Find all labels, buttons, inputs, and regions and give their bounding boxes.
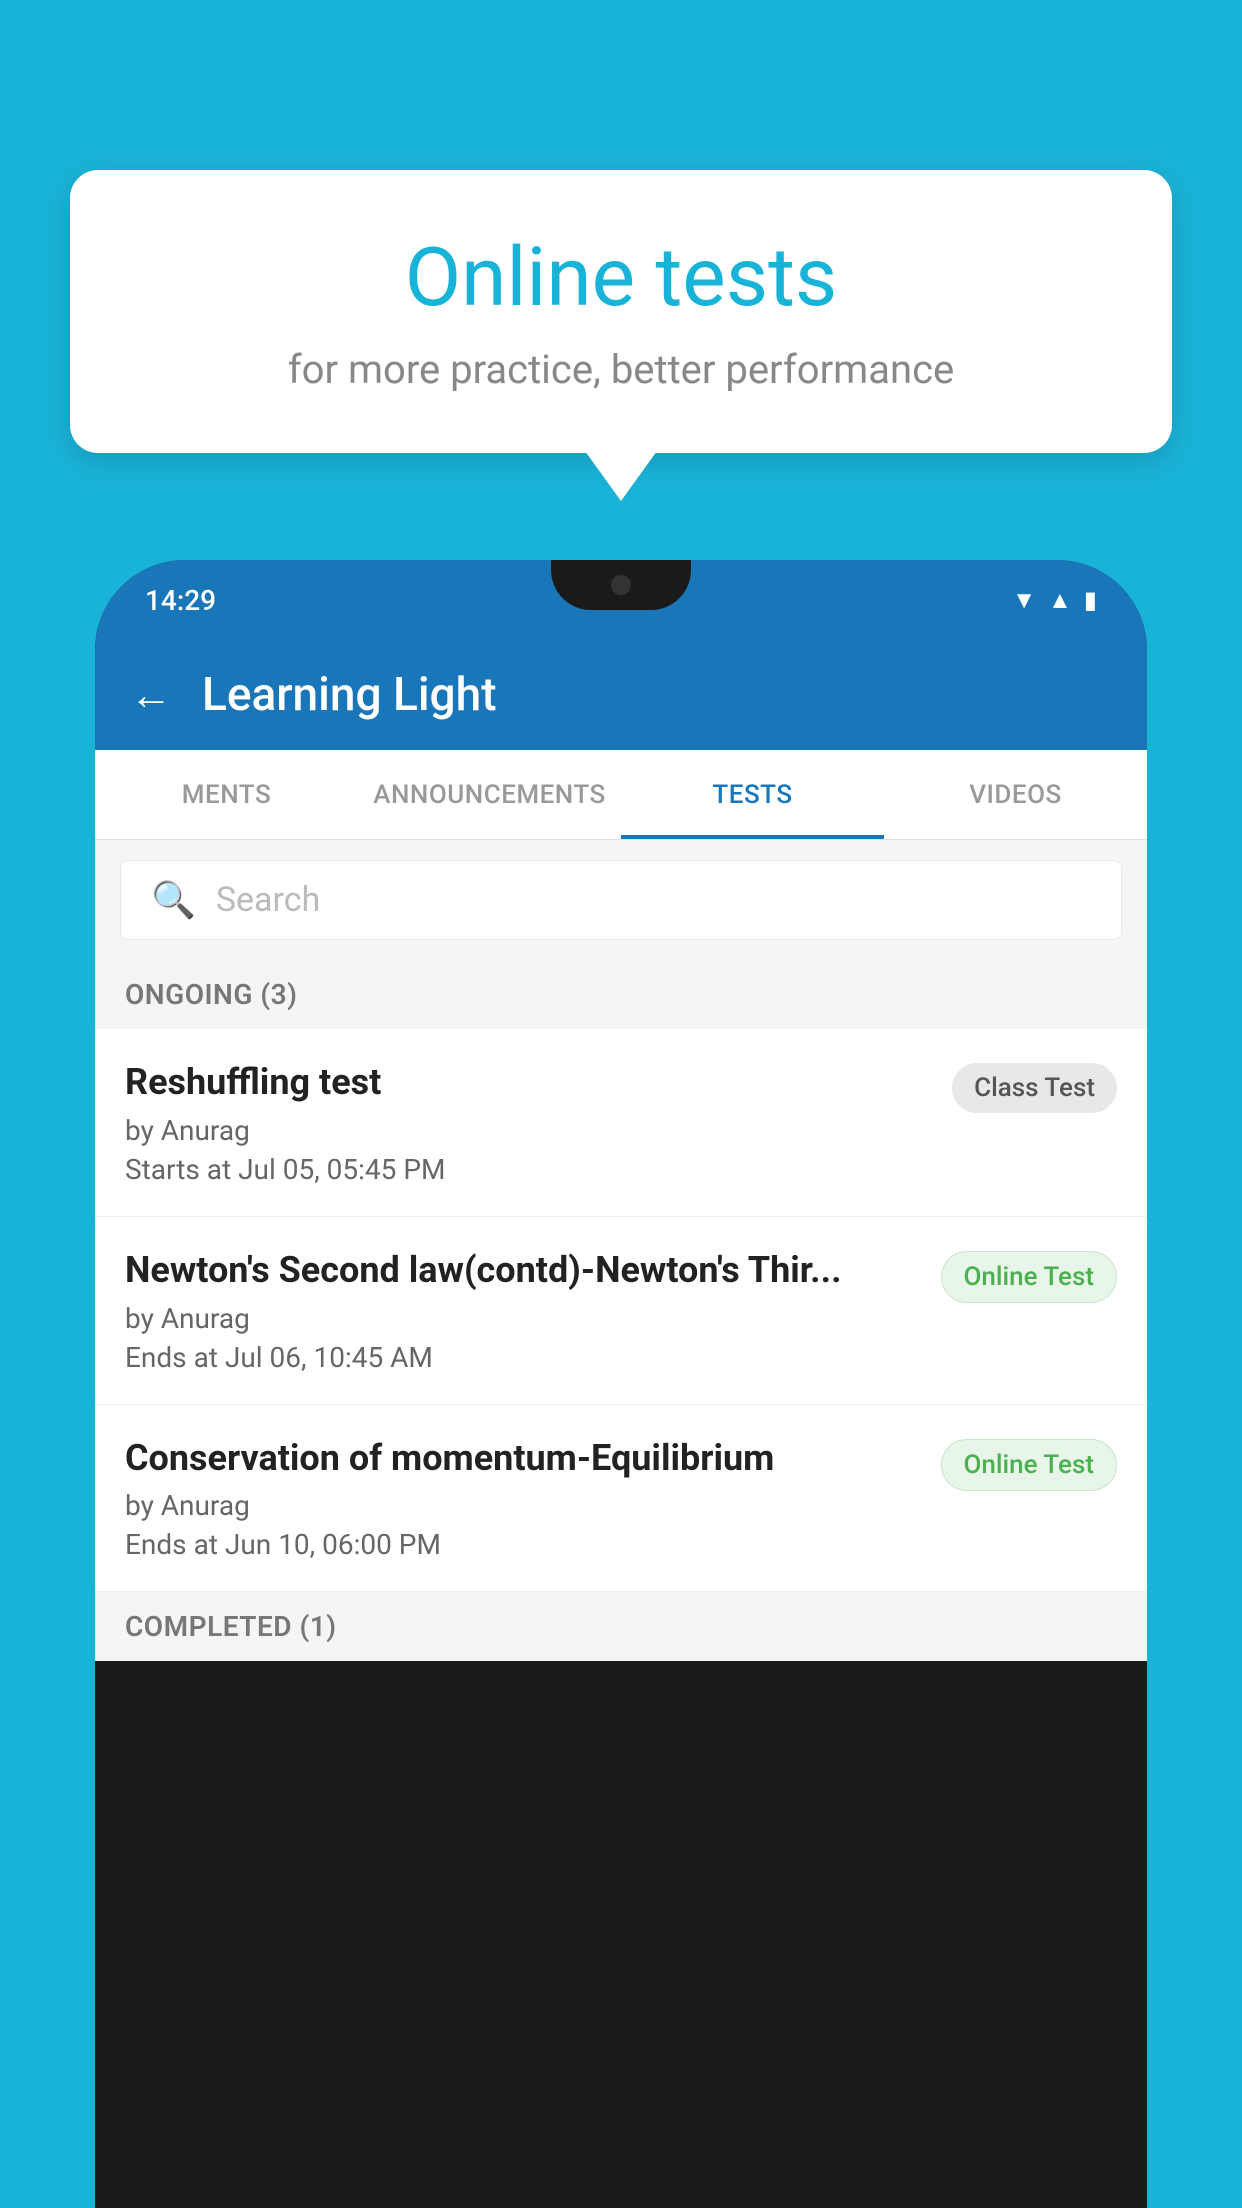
test-item[interactable]: Newton's Second law(contd)-Newton's Thir… [95,1217,1147,1405]
back-button[interactable]: ← [130,671,172,720]
speech-bubble: Online tests for more practice, better p… [70,170,1172,453]
phone-mockup: 14:29 ▼ ▲ ▮ ← Learning Light MENTS ANNOU… [95,560,1147,2208]
search-container: 🔍 Search [95,840,1147,960]
bubble-subtitle: for more practice, better performance [130,346,1112,393]
completed-section-header: COMPLETED (1) [95,1592,1147,1661]
test-info: Reshuffling test by Anurag Starts at Jul… [125,1059,932,1186]
test-badge-class: Class Test [952,1063,1117,1113]
test-by: by Anurag [125,1114,932,1147]
test-info: Conservation of momentum-Equilibrium by … [125,1435,921,1562]
tab-ments[interactable]: MENTS [95,750,358,839]
camera-notch [611,575,631,595]
test-info: Newton's Second law(contd)-Newton's Thir… [125,1247,921,1374]
search-bar[interactable]: 🔍 Search [120,860,1122,940]
test-time: Starts at Jul 05, 05:45 PM [125,1153,932,1186]
tab-announcements[interactable]: ANNOUNCEMENTS [358,750,621,839]
test-name: Newton's Second law(contd)-Newton's Thir… [125,1247,921,1294]
status-icons: ▼ ▲ ▮ [1012,586,1097,615]
test-time: Ends at Jul 06, 10:45 AM [125,1341,921,1374]
test-by: by Anurag [125,1302,921,1335]
test-name: Reshuffling test [125,1059,932,1106]
tab-videos[interactable]: VIDEOS [884,750,1147,839]
test-item[interactable]: Reshuffling test by Anurag Starts at Jul… [95,1029,1147,1217]
test-badge-online: Online Test [941,1251,1118,1303]
test-by: by Anurag [125,1489,921,1522]
wifi-icon: ▼ [1012,586,1036,615]
app-title: Learning Light [202,668,497,722]
ongoing-section-header: ONGOING (3) [95,960,1147,1029]
test-badge-online: Online Test [941,1439,1118,1491]
status-bar: 14:29 ▼ ▲ ▮ [95,560,1147,640]
phone-screen: MENTS ANNOUNCEMENTS TESTS VIDEOS 🔍 Searc… [95,750,1147,1661]
phone-notch [551,560,691,610]
tabs-bar: MENTS ANNOUNCEMENTS TESTS VIDEOS [95,750,1147,840]
test-name: Conservation of momentum-Equilibrium [125,1435,921,1482]
battery-icon: ▮ [1084,586,1097,614]
tab-tests[interactable]: TESTS [621,750,884,839]
status-time: 14:29 [145,584,216,617]
signal-icon: ▲ [1048,586,1072,615]
test-time: Ends at Jun 10, 06:00 PM [125,1528,921,1561]
search-placeholder: Search [216,880,320,920]
app-header: ← Learning Light [95,640,1147,750]
bubble-title: Online tests [130,230,1112,326]
search-icon: 🔍 [151,879,196,921]
test-item[interactable]: Conservation of momentum-Equilibrium by … [95,1405,1147,1593]
